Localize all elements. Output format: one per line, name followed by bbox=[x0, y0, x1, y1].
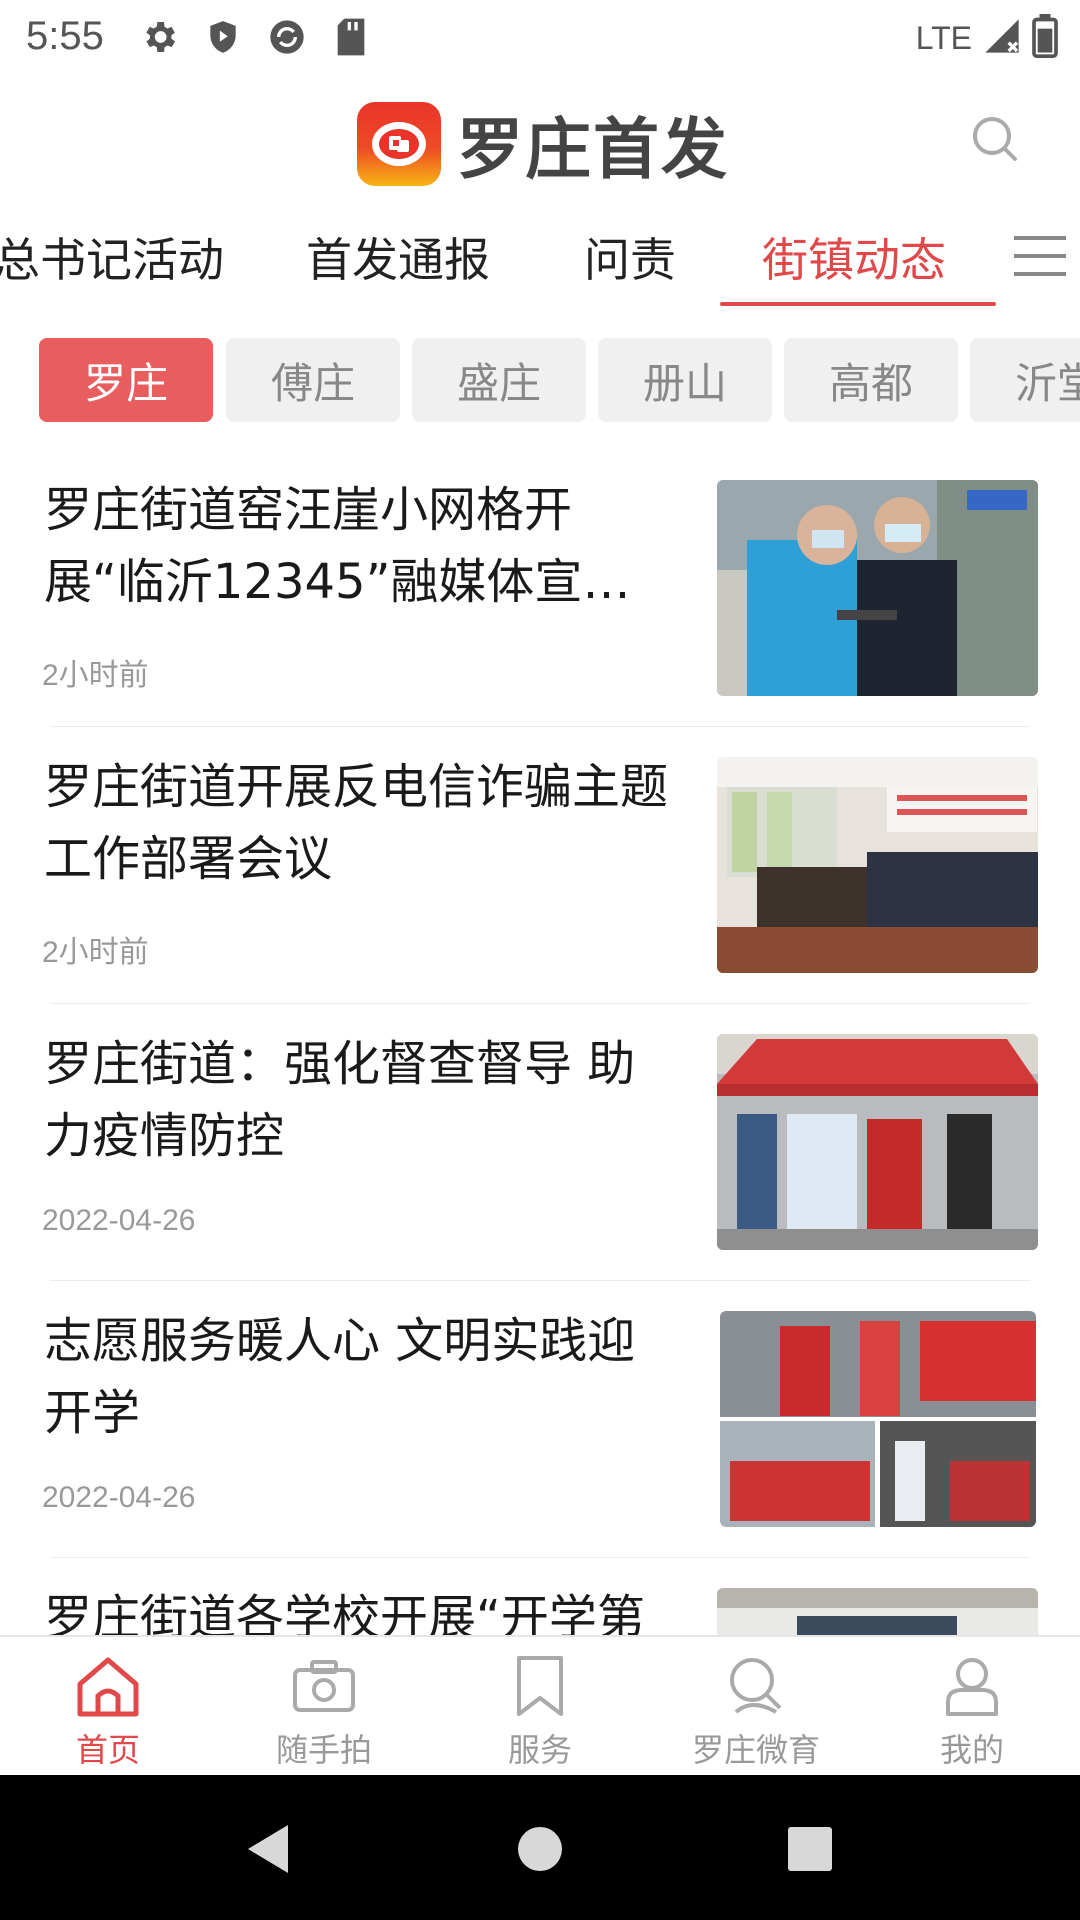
nav-label: 首页 bbox=[75, 1731, 140, 1769]
nav-mine[interactable]: 我的 bbox=[864, 1637, 1080, 1777]
chip-gaodu[interactable]: 高都 bbox=[784, 338, 958, 422]
menu-expand-icon bbox=[1014, 236, 1066, 276]
nav-education[interactable]: 罗庄微育 bbox=[648, 1637, 864, 1777]
home-system-button[interactable] bbox=[508, 1817, 572, 1881]
sd-card-icon bbox=[330, 16, 372, 58]
news-title: 罗庄街道窑汪崖小网格开展“临沂12345”融媒体宣传… bbox=[44, 482, 583, 610]
back-icon bbox=[248, 1825, 288, 1873]
battery-icon bbox=[1032, 14, 1058, 62]
news-thumbnail bbox=[717, 1034, 1038, 1250]
category-menu-button[interactable] bbox=[1000, 224, 1080, 288]
network-type: LTE bbox=[915, 19, 972, 56]
chip-yitang[interactable]: 沂堂 bbox=[970, 338, 1080, 422]
status-icons bbox=[138, 16, 372, 58]
news-time: 2022-04-26 bbox=[42, 1481, 196, 1514]
settings-gear-icon bbox=[138, 16, 180, 58]
news-time: 2小时前 bbox=[42, 659, 149, 692]
chip-shengzhuang[interactable]: 盛庄 bbox=[412, 338, 586, 422]
nav-service[interactable]: 服务 bbox=[432, 1637, 648, 1777]
news-title: 罗庄街道开展反电信诈骗主题 工作部署会议 bbox=[44, 759, 669, 887]
category-tabs: 总书记活动 首发通报 问责 街镇动态 bbox=[0, 206, 1080, 306]
town-chips: 罗庄 傅庄 盛庄 册山 高都 沂堂 bbox=[0, 338, 1080, 424]
nav-label: 罗庄微育 bbox=[691, 1731, 820, 1769]
nav-label: 服务 bbox=[507, 1731, 572, 1769]
education-search-icon bbox=[720, 1651, 792, 1721]
search-icon bbox=[973, 117, 1017, 161]
user-icon bbox=[936, 1651, 1008, 1721]
status-right: LTE bbox=[916, 14, 1058, 62]
news-item[interactable]: 罗庄街道窑汪崖小网格开展“临沂12345”融媒体宣传… 2小时前 bbox=[0, 450, 1080, 727]
news-item[interactable]: 罗庄街道：强化督查督导 助力疫情防控 2022-04-26 bbox=[0, 1004, 1080, 1281]
sync-circle-icon bbox=[266, 16, 308, 58]
tab-accountability[interactable]: 问责 bbox=[584, 224, 676, 290]
news-item[interactable]: 罗庄街道各学校开展“开学第 bbox=[0, 1558, 1080, 1636]
home-icon bbox=[72, 1651, 144, 1721]
active-tab-underline bbox=[720, 302, 996, 306]
status-time: 5:55 bbox=[26, 14, 104, 58]
nav-snapshot[interactable]: 随手拍 bbox=[216, 1637, 432, 1777]
app-header: 罗庄首发 bbox=[0, 76, 1080, 196]
news-time: 2小时前 bbox=[42, 936, 149, 969]
tab-first-report[interactable]: 首发通报 bbox=[306, 224, 490, 290]
camera-icon bbox=[288, 1651, 360, 1721]
recents-square-icon bbox=[788, 1827, 832, 1871]
news-item[interactable]: 志愿服务暖人心 文明实践迎开学 2022-04-26 bbox=[0, 1281, 1080, 1558]
news-thumbnail bbox=[717, 480, 1038, 696]
news-time: 2022-04-26 bbox=[42, 1204, 196, 1237]
back-button[interactable] bbox=[236, 1817, 300, 1881]
shield-play-icon bbox=[202, 16, 244, 58]
nav-label: 随手拍 bbox=[275, 1731, 372, 1769]
news-title: 志愿服务暖人心 文明实践迎开学 bbox=[44, 1313, 636, 1441]
chip-luozhuang[interactable]: 罗庄 bbox=[39, 338, 213, 422]
system-nav-bar bbox=[0, 1775, 1080, 1920]
nav-home[interactable]: 首页 bbox=[0, 1637, 216, 1777]
news-title: 罗庄街道各学校开展“开学第 bbox=[44, 1590, 645, 1636]
news-title: 罗庄街道：强化督查督导 助力疫情防控 bbox=[44, 1036, 636, 1164]
news-list: 罗庄街道窑汪崖小网格开展“临沂12345”融媒体宣传… 2小时前 bbox=[0, 450, 1080, 1636]
home-circle-icon bbox=[518, 1827, 562, 1871]
news-thumbnail bbox=[717, 757, 1038, 973]
tab-general-secretary[interactable]: 总书记活动 bbox=[0, 224, 224, 290]
chip-ceshan[interactable]: 册山 bbox=[598, 338, 772, 422]
tab-town-news[interactable]: 街镇动态 bbox=[762, 224, 946, 290]
bookmark-icon bbox=[504, 1651, 576, 1721]
app-title: 罗庄首发 bbox=[457, 110, 729, 188]
screen: 5:55 LTE 罗庄首发 总书记活动 首发通报 问责 街镇动态 罗庄 傅庄 盛… bbox=[0, 0, 1080, 1920]
news-item[interactable]: 罗庄街道开展反电信诈骗主题 工作部署会议 2小时前 bbox=[0, 727, 1080, 1004]
status-bar: 5:55 LTE bbox=[0, 0, 1080, 76]
recents-button[interactable] bbox=[778, 1817, 842, 1881]
app-logo-icon bbox=[357, 102, 441, 186]
news-thumbnail bbox=[720, 1311, 1036, 1527]
bottom-nav: 首页 随手拍 服务 罗庄微育 我的 bbox=[0, 1635, 1080, 1775]
news-thumbnail bbox=[717, 1588, 1038, 1636]
app-logo: 罗庄首发 bbox=[357, 96, 729, 192]
chip-fuzhuang[interactable]: 傅庄 bbox=[226, 338, 400, 422]
nav-label: 我的 bbox=[939, 1731, 1004, 1769]
signal-icon bbox=[982, 16, 1022, 60]
search-button[interactable] bbox=[968, 112, 1020, 164]
